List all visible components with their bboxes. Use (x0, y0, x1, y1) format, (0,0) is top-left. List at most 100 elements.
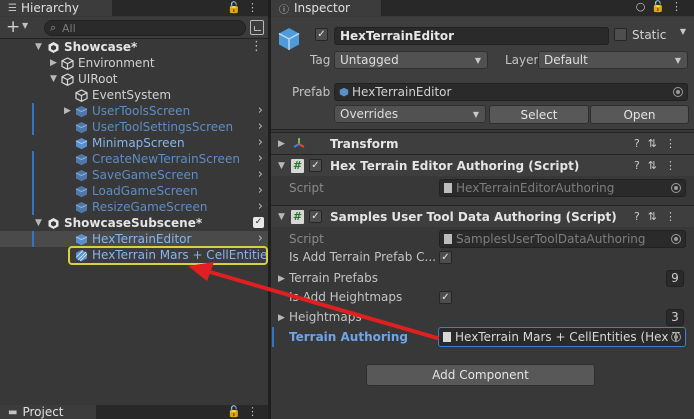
scene-row-showcase[interactable]: ▼ Showcase* ⋮ (0, 39, 268, 55)
lock-icon[interactable]: 🔓 (227, 1, 247, 14)
samples-authoring-component-header[interactable]: ▼ # ✓ Samples User Tool Data Authoring (… (271, 205, 694, 227)
prefab-asset-field[interactable]: HexTerrainEditor (334, 83, 688, 101)
terrain-authoring-field[interactable]: HexTerrain Mars + CellEntities (Hex T (438, 327, 686, 347)
terrain-prefabs-label: Terrain Prefabs (289, 271, 378, 285)
more-options-icon[interactable]: ⋮ (665, 137, 684, 150)
inspector-tab[interactable]: ⓘ Inspector (271, 0, 381, 16)
chevron-down-icon[interactable]: ▼ (680, 27, 686, 36)
list-icon: ☰ (8, 2, 17, 14)
tag-dropdown[interactable]: Untagged ▼ (334, 51, 488, 69)
component-controls[interactable]: ?⇅⋮ (634, 137, 684, 150)
active-checkbox[interactable]: ✓ (315, 28, 328, 41)
hierarchy-item-hexterrain-mars[interactable]: HexTerrain Mars + CellEntities (0, 247, 266, 263)
panel-controls[interactable]: ○🔓⋮ (636, 0, 688, 13)
hierarchy-item-usertoolsscreen[interactable]: ▶ UserToolsScreen › (0, 103, 268, 119)
subscene-row[interactable]: ▼ ShowcaseSubscene* ✓ (0, 215, 268, 231)
chevron-right-icon[interactable]: › (258, 183, 263, 198)
terrain-authoring-value: HexTerrain Mars + CellEntities (Hex T (455, 330, 680, 344)
hierarchy-item-loadgamescreen[interactable]: LoadGameScreen › (0, 183, 268, 199)
object-picker-icon[interactable] (673, 87, 683, 97)
is-add-terrain-checkbox[interactable]: ✓ (439, 251, 452, 264)
expand-arrow-icon[interactable]: ▼ (278, 212, 285, 222)
lock-icon[interactable]: 🔓 (227, 405, 247, 418)
hierarchy-toolbar: + ▼ ⌕ All (0, 17, 268, 39)
help-icon[interactable]: ? (634, 210, 648, 223)
object-picker-icon (671, 234, 681, 244)
more-options-icon[interactable]: ⋮ (671, 0, 688, 13)
add-component-button[interactable]: Add Component (366, 364, 595, 386)
hierarchy-item-hexterraineditor[interactable]: HexTerrainEditor › (0, 231, 268, 247)
script-value: HexTerrainEditorAuthoring (456, 181, 615, 195)
chevron-right-icon[interactable]: › (258, 151, 263, 166)
hierarchy-item-savegamescreen[interactable]: SaveGameScreen › (0, 167, 268, 183)
expand-arrow-icon[interactable]: ▶ (64, 106, 71, 116)
component-title: Hex Terrain Editor Authoring (Script) (330, 158, 580, 173)
more-options-icon[interactable]: ⋮ (247, 405, 264, 418)
lock-icon[interactable]: 🔓 (651, 0, 671, 13)
hierarchy-item-createnewterrainscreen[interactable]: CreateNewTerrainScreen › (0, 151, 268, 167)
circle-icon[interactable]: ○ (636, 0, 652, 13)
is-add-heightmaps-checkbox[interactable]: ✓ (439, 291, 452, 304)
hierarchy-item-resizegamescreen[interactable]: ResizeGameScreen › (0, 199, 268, 215)
chevron-right-icon[interactable]: › (258, 167, 263, 182)
more-options-icon[interactable]: ⋮ (247, 1, 264, 14)
preset-icon[interactable]: ⇅ (648, 137, 665, 150)
expand-arrow-icon[interactable]: ▶ (278, 313, 285, 323)
hierarchy-item-environment[interactable]: ▶ Environment (0, 55, 268, 71)
hierarchy-tab[interactable]: ☰ Hierarchy (0, 0, 112, 16)
object-picker-icon[interactable] (671, 332, 681, 342)
panel-controls[interactable]: 🔓⋮ (227, 405, 264, 418)
more-options-icon[interactable]: ⋮ (250, 39, 263, 54)
filter-icon[interactable] (250, 20, 264, 35)
chevron-right-icon[interactable]: › (258, 135, 263, 150)
panel-controls[interactable]: 🔓⋮ (227, 1, 264, 14)
terrain-prefabs-count[interactable]: 9 (666, 270, 684, 287)
transform-component-header[interactable]: ▶ Transform ?⇅⋮ (271, 132, 694, 154)
chevron-right-icon[interactable]: › (258, 199, 263, 214)
subscene-checkbox[interactable]: ✓ (253, 217, 264, 228)
script-icon: # (291, 159, 304, 173)
open-button[interactable]: Open (590, 105, 689, 124)
expand-arrow-icon[interactable]: ▼ (278, 161, 285, 171)
hierarchy-item-minimapscreen[interactable]: MinimapScreen › (0, 135, 268, 151)
preset-icon[interactable]: ⇅ (648, 210, 665, 223)
component-enabled-checkbox[interactable]: ✓ (309, 159, 322, 172)
static-checkbox[interactable]: ✓ (614, 28, 627, 41)
hierarchy-search-input[interactable]: ⌕ All (44, 20, 246, 36)
expand-arrow-icon[interactable]: ▶ (278, 139, 285, 149)
prefab-cube-icon (75, 233, 88, 245)
hex-authoring-component-header[interactable]: ▼ # ✓ Hex Terrain Editor Authoring (Scri… (271, 154, 694, 176)
expand-arrow-icon[interactable]: ▼ (50, 74, 57, 84)
chevron-right-icon[interactable]: › (258, 231, 263, 246)
hierarchy-item-usertoolsettingsscreen[interactable]: UserToolSettingsScreen › (0, 119, 268, 135)
overrides-dropdown[interactable]: Overrides ▼ (334, 105, 486, 123)
component-controls[interactable]: ?⇅⋮ (634, 210, 684, 223)
prefab-variant-icon (76, 249, 88, 261)
select-button[interactable]: Select (489, 105, 589, 124)
more-options-icon[interactable]: ⋮ (665, 210, 684, 223)
component-enabled-checkbox[interactable]: ✓ (309, 210, 322, 223)
chevron-right-icon[interactable]: › (258, 103, 263, 118)
hierarchy-item-label: CreateNewTerrainScreen (92, 152, 240, 166)
object-name-input[interactable]: HexTerrainEditor (334, 27, 609, 45)
panel-divider[interactable] (268, 0, 271, 419)
expand-arrow-icon[interactable]: ▼ (35, 42, 42, 52)
help-icon[interactable]: ? (634, 137, 648, 150)
heightmaps-count[interactable]: 3 (666, 309, 684, 326)
override-marker (32, 151, 34, 167)
hierarchy-item-eventsystem[interactable]: EventSystem (0, 87, 268, 103)
help-icon[interactable]: ? (634, 159, 648, 172)
project-tab[interactable]: ▬ Project (0, 405, 96, 419)
more-options-icon[interactable]: ⋮ (665, 159, 684, 172)
expand-arrow-icon[interactable]: ▼ (35, 218, 42, 228)
chevron-down-icon[interactable]: ▼ (22, 21, 28, 30)
chevron-right-icon[interactable]: › (258, 119, 263, 134)
layer-dropdown[interactable]: Default ▼ (538, 51, 688, 69)
expand-arrow-icon[interactable]: ▶ (278, 274, 285, 284)
hierarchy-item-uiroot[interactable]: ▼ UIRoot (0, 71, 268, 87)
preset-icon[interactable]: ⇅ (648, 159, 665, 172)
component-controls[interactable]: ?⇅⋮ (634, 159, 684, 172)
expand-arrow-icon[interactable]: ▶ (50, 58, 57, 68)
hierarchy-tab-label: Hierarchy (20, 1, 79, 15)
add-object-button[interactable]: + (6, 18, 20, 36)
